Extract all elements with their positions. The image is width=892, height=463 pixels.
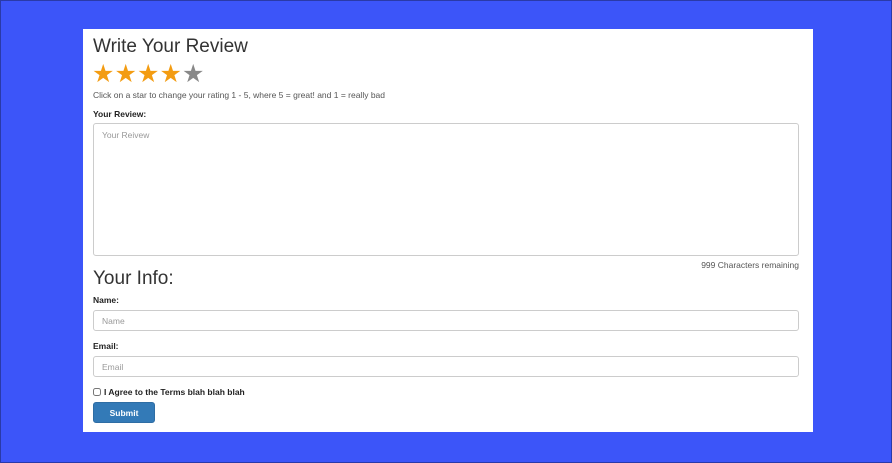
review-textarea[interactable] <box>93 123 799 256</box>
agree-checkbox[interactable] <box>93 388 101 396</box>
star-icon[interactable]: ★ <box>160 61 183 86</box>
star-icon[interactable]: ★ <box>137 61 160 86</box>
star-rating[interactable]: ★ ★ ★ ★ ★ <box>92 61 205 86</box>
rating-hint: Click on a star to change your rating 1 … <box>93 90 386 100</box>
agree-label[interactable]: I Agree to the Terms blah blah blah <box>104 387 245 397</box>
star-icon[interactable]: ★ <box>182 61 205 86</box>
name-field[interactable] <box>93 310 799 331</box>
info-title: Your Info: <box>93 268 174 289</box>
characters-remaining: 999 Characters remaining <box>701 260 799 270</box>
star-icon[interactable]: ★ <box>115 61 138 86</box>
email-label: Email: <box>93 341 119 351</box>
agree-row: I Agree to the Terms blah blah blah <box>93 387 245 397</box>
review-title: Write Your Review <box>93 36 248 57</box>
star-icon[interactable]: ★ <box>92 61 115 86</box>
name-label: Name: <box>93 295 119 305</box>
submit-button[interactable]: Submit <box>93 402 155 423</box>
email-field[interactable] <box>93 356 799 377</box>
review-form-card: Write Your Review ★ ★ ★ ★ ★ Click on a s… <box>83 29 813 432</box>
review-label: Your Review: <box>93 109 147 119</box>
